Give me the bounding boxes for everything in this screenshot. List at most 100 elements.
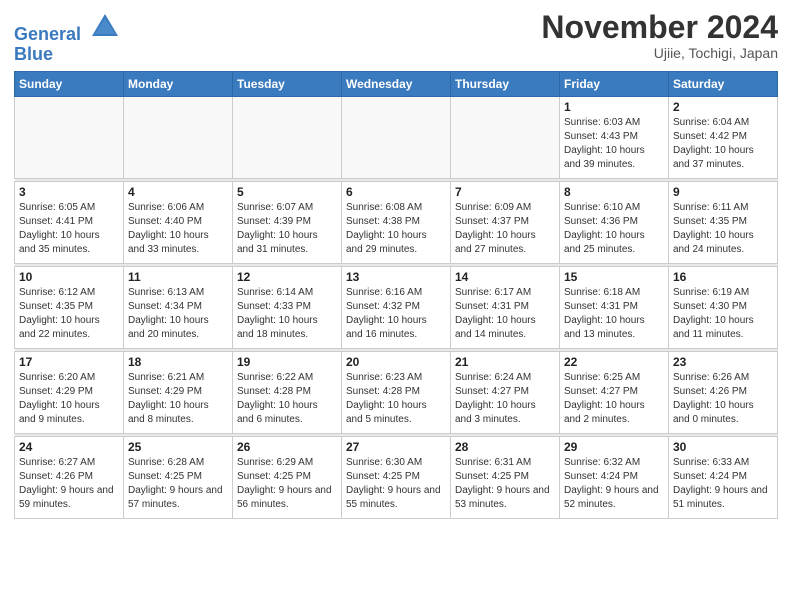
day-cell: 8 Sunrise: 6:10 AM Sunset: 4:36 PM Daylig… [560,181,669,263]
day-info: Sunrise: 6:27 AM Sunset: 4:26 PM Dayligh… [19,456,119,512]
day-cell: 28 Sunrise: 6:31 AM Sunset: 4:25 PM Dayli… [451,436,560,518]
day-number: 11 [128,270,228,284]
day-cell: 27 Sunrise: 6:30 AM Sunset: 4:25 PM Dayli… [342,436,451,518]
day-number: 20 [346,355,446,369]
day-number: 29 [564,440,664,454]
day-cell: 20 Sunrise: 6:23 AM Sunset: 4:28 PM Dayli… [342,351,451,433]
header: General Blue November 2024 Ujiie, Tochig… [14,10,778,65]
day-cell: 23 Sunrise: 6:26 AM Sunset: 4:26 PM Dayli… [669,351,778,433]
day-number: 28 [455,440,555,454]
logo-text: General [14,10,120,45]
day-number: 27 [346,440,446,454]
day-number: 24 [19,440,119,454]
col-header-friday: Friday [560,71,669,96]
day-cell: 4 Sunrise: 6:06 AM Sunset: 4:40 PM Daylig… [124,181,233,263]
day-cell: 25Sunrise: 6:28 AM Sunset: 4:25 PM Dayli… [124,436,233,518]
week-row-3: 10 Sunrise: 6:12 AM Sunset: 4:35 PM Dayli… [15,266,778,348]
day-number: 5 [237,185,337,199]
day-info: Sunrise: 6:10 AM Sunset: 4:36 PM Dayligh… [564,201,664,257]
day-info: Sunrise: 6:25 AM Sunset: 4:27 PM Dayligh… [564,371,664,427]
day-number: 2 [673,100,773,114]
day-cell: 5 Sunrise: 6:07 AM Sunset: 4:39 PM Daylig… [233,181,342,263]
day-cell: 2 Sunrise: 6:04 AM Sunset: 4:42 PM Daylig… [669,96,778,178]
day-cell [233,96,342,178]
day-info: Sunrise: 6:33 AM Sunset: 4:24 PM Dayligh… [673,456,773,512]
col-header-thursday: Thursday [451,71,560,96]
day-cell [451,96,560,178]
day-cell: 11 Sunrise: 6:13 AM Sunset: 4:34 PM Dayli… [124,266,233,348]
day-cell: 24 Sunrise: 6:27 AM Sunset: 4:26 PM Dayli… [15,436,124,518]
week-row-1: 1 Sunrise: 6:03 AM Sunset: 4:43 PM Daylig… [15,96,778,178]
day-number: 15 [564,270,664,284]
day-info: Sunrise: 6:18 AM Sunset: 4:31 PM Dayligh… [564,286,664,342]
day-cell: 15 Sunrise: 6:18 AM Sunset: 4:31 PM Dayli… [560,266,669,348]
day-info: Sunrise: 6:19 AM Sunset: 4:30 PM Dayligh… [673,286,773,342]
week-row-2: 3 Sunrise: 6:05 AM Sunset: 4:41 PM Daylig… [15,181,778,263]
col-header-sunday: Sunday [15,71,124,96]
day-cell: 7 Sunrise: 6:09 AM Sunset: 4:37 PM Daylig… [451,181,560,263]
day-number: 22 [564,355,664,369]
logo-general: General [14,24,81,44]
day-cell: 12 Sunrise: 6:14 AM Sunset: 4:33 PM Dayli… [233,266,342,348]
day-cell: 30Sunrise: 6:33 AM Sunset: 4:24 PM Dayli… [669,436,778,518]
day-number: 18 [128,355,228,369]
col-header-tuesday: Tuesday [233,71,342,96]
day-info: Sunrise: 6:31 AM Sunset: 4:25 PM Dayligh… [455,456,555,512]
day-cell: 26 Sunrise: 6:29 AM Sunset: 4:25 PM Dayli… [233,436,342,518]
day-info: Sunrise: 6:06 AM Sunset: 4:40 PM Dayligh… [128,201,228,257]
day-number: 23 [673,355,773,369]
day-info: Sunrise: 6:14 AM Sunset: 4:33 PM Dayligh… [237,286,337,342]
day-info: Sunrise: 6:03 AM Sunset: 4:43 PM Dayligh… [564,116,664,172]
day-info: Sunrise: 6:20 AM Sunset: 4:29 PM Dayligh… [19,371,119,427]
day-cell: 29 Sunrise: 6:32 AM Sunset: 4:24 PM Dayli… [560,436,669,518]
day-number: 1 [564,100,664,114]
day-info: Sunrise: 6:12 AM Sunset: 4:35 PM Dayligh… [19,286,119,342]
title-block: November 2024 Ujiie, Tochigi, Japan [541,10,778,61]
day-cell [342,96,451,178]
day-cell: 21Sunrise: 6:24 AM Sunset: 4:27 PM Dayli… [451,351,560,433]
day-info: Sunrise: 6:11 AM Sunset: 4:35 PM Dayligh… [673,201,773,257]
day-number: 25 [128,440,228,454]
day-number: 4 [128,185,228,199]
day-info: Sunrise: 6:07 AM Sunset: 4:39 PM Dayligh… [237,201,337,257]
logo-icon [90,10,120,40]
day-cell [15,96,124,178]
day-cell: 10 Sunrise: 6:12 AM Sunset: 4:35 PM Dayli… [15,266,124,348]
day-info: Sunrise: 6:26 AM Sunset: 4:26 PM Dayligh… [673,371,773,427]
day-info: Sunrise: 6:23 AM Sunset: 4:28 PM Dayligh… [346,371,446,427]
day-cell [124,96,233,178]
day-info: Sunrise: 6:04 AM Sunset: 4:42 PM Dayligh… [673,116,773,172]
day-cell: 1 Sunrise: 6:03 AM Sunset: 4:43 PM Daylig… [560,96,669,178]
day-info: Sunrise: 6:05 AM Sunset: 4:41 PM Dayligh… [19,201,119,257]
day-number: 12 [237,270,337,284]
month-title: November 2024 [541,10,778,45]
day-number: 7 [455,185,555,199]
day-cell: 14 Sunrise: 6:17 AM Sunset: 4:31 PM Dayli… [451,266,560,348]
day-cell: 22 Sunrise: 6:25 AM Sunset: 4:27 PM Dayli… [560,351,669,433]
day-info: Sunrise: 6:30 AM Sunset: 4:25 PM Dayligh… [346,456,446,512]
day-cell: 19Sunrise: 6:22 AM Sunset: 4:28 PM Dayli… [233,351,342,433]
day-number: 14 [455,270,555,284]
day-number: 10 [19,270,119,284]
day-info: Sunrise: 6:17 AM Sunset: 4:31 PM Dayligh… [455,286,555,342]
location: Ujiie, Tochigi, Japan [541,45,778,61]
day-cell: 17Sunrise: 6:20 AM Sunset: 4:29 PM Dayli… [15,351,124,433]
day-info: Sunrise: 6:29 AM Sunset: 4:25 PM Dayligh… [237,456,337,512]
day-number: 3 [19,185,119,199]
day-cell: 13Sunrise: 6:16 AM Sunset: 4:32 PM Dayli… [342,266,451,348]
day-cell: 6Sunrise: 6:08 AM Sunset: 4:38 PM Daylig… [342,181,451,263]
calendar-header-row: SundayMondayTuesdayWednesdayThursdayFrid… [15,71,778,96]
col-header-monday: Monday [124,71,233,96]
week-row-5: 24 Sunrise: 6:27 AM Sunset: 4:26 PM Dayli… [15,436,778,518]
day-info: Sunrise: 6:09 AM Sunset: 4:37 PM Dayligh… [455,201,555,257]
logo: General Blue [14,10,120,65]
day-cell: 16Sunrise: 6:19 AM Sunset: 4:30 PM Dayli… [669,266,778,348]
day-number: 26 [237,440,337,454]
day-cell: 18Sunrise: 6:21 AM Sunset: 4:29 PM Dayli… [124,351,233,433]
day-number: 19 [237,355,337,369]
day-info: Sunrise: 6:16 AM Sunset: 4:32 PM Dayligh… [346,286,446,342]
day-info: Sunrise: 6:32 AM Sunset: 4:24 PM Dayligh… [564,456,664,512]
day-info: Sunrise: 6:13 AM Sunset: 4:34 PM Dayligh… [128,286,228,342]
day-number: 8 [564,185,664,199]
day-info: Sunrise: 6:08 AM Sunset: 4:38 PM Dayligh… [346,201,446,257]
